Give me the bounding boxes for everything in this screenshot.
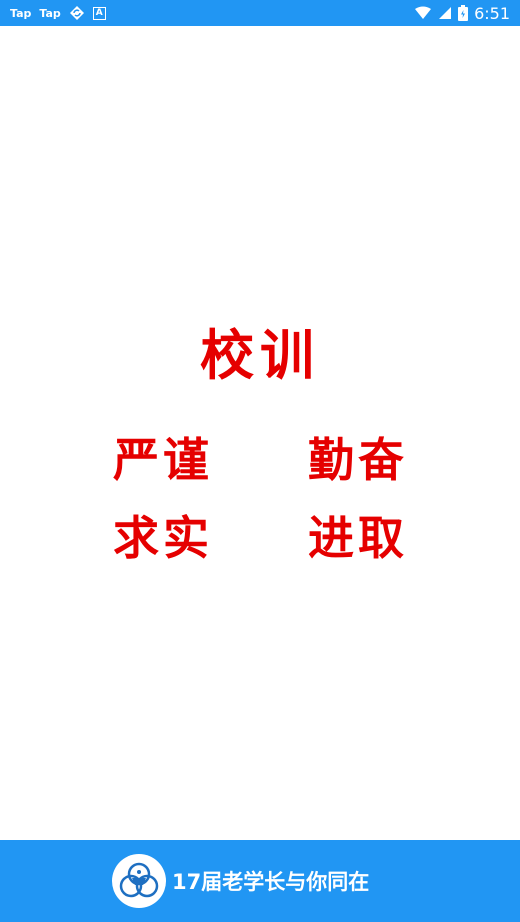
motto-word-3: 求实 <box>113 511 213 565</box>
clock: 6:51 <box>474 3 510 23</box>
wifi-icon <box>414 6 432 20</box>
brand: 17届老学长与你同在 <box>112 854 369 908</box>
status-bar: Tap Tap A 6:51 <box>0 0 520 26</box>
motto-word-1: 严谨 <box>113 433 213 487</box>
tap-label-2: Tap <box>39 6 61 20</box>
motto-title: 校训 <box>200 323 320 387</box>
a-badge-icon: A <box>92 6 106 20</box>
status-left: Tap Tap A <box>10 0 106 26</box>
tap-label-1: Tap <box>10 6 32 20</box>
battery-icon <box>458 5 469 21</box>
signal-icon <box>438 6 452 20</box>
status-right: 6:51 <box>414 0 510 26</box>
sync-icon <box>69 5 85 21</box>
bottom-brand-bar: 17届老学长与你同在 <box>0 840 520 922</box>
motto-word-4: 进取 <box>308 511 408 565</box>
motto-word-2: 勤奋 <box>308 433 408 487</box>
school-logo-icon <box>112 854 166 908</box>
brand-text: 17届老学长与你同在 <box>172 870 370 894</box>
